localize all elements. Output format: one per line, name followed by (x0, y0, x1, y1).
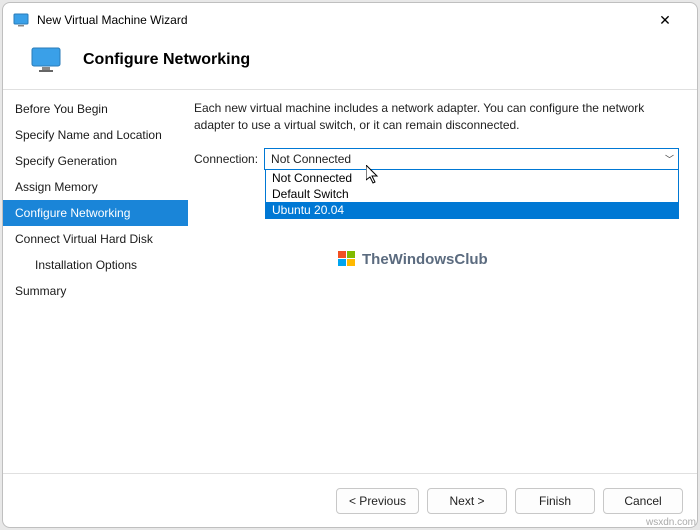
page-title: Configure Networking (83, 51, 250, 69)
window-title: New Virtual Machine Wizard (37, 13, 188, 27)
titlebar: New Virtual Machine Wizard ✕ (3, 3, 697, 37)
windows-icon (338, 250, 356, 268)
sidebar-item-configure-networking[interactable]: Configure Networking (3, 200, 188, 226)
dropdown-option-not-connected[interactable]: Not Connected (266, 170, 678, 186)
connection-combobox[interactable]: Not Connected ﹀ (264, 148, 679, 170)
monitor-icon (31, 47, 65, 73)
watermark: TheWindowsClub (338, 250, 488, 268)
finish-button[interactable]: Finish (515, 488, 595, 514)
connection-value: Not Connected (271, 152, 351, 166)
wizard-main: Each new virtual machine includes a netw… (188, 90, 697, 473)
app-icon (13, 12, 29, 28)
chevron-down-icon: ﹀ (665, 152, 674, 165)
sidebar-item-specify-name[interactable]: Specify Name and Location (3, 122, 188, 148)
previous-button[interactable]: < Previous (336, 488, 419, 514)
wizard-footer: < Previous Next > Finish Cancel (3, 473, 697, 527)
sidebar-item-specify-generation[interactable]: Specify Generation (3, 148, 188, 174)
sidebar-item-assign-memory[interactable]: Assign Memory (3, 174, 188, 200)
next-button[interactable]: Next > (427, 488, 507, 514)
source-label: wsxdn.com (646, 517, 696, 528)
close-icon: ✕ (659, 12, 671, 29)
wizard-window: New Virtual Machine Wizard ✕ Configure N… (2, 2, 698, 528)
sidebar-item-installation-options[interactable]: Installation Options (3, 252, 188, 278)
dropdown-option-default-switch[interactable]: Default Switch (266, 186, 678, 202)
description-text: Each new virtual machine includes a netw… (194, 100, 679, 134)
watermark-text: TheWindowsClub (362, 251, 488, 268)
dropdown-option-ubuntu[interactable]: Ubuntu 20.04 (266, 202, 678, 218)
sidebar-item-connect-vhd[interactable]: Connect Virtual Hard Disk (3, 226, 188, 252)
wizard-header: Configure Networking (3, 37, 697, 89)
sidebar-item-before-you-begin[interactable]: Before You Begin (3, 96, 188, 122)
connection-dropdown: Not Connected Default Switch Ubuntu 20.0… (265, 170, 679, 219)
close-button[interactable]: ✕ (643, 5, 687, 35)
sidebar-item-summary[interactable]: Summary (3, 278, 188, 304)
connection-label: Connection: (194, 152, 258, 166)
wizard-sidebar: Before You Begin Specify Name and Locati… (3, 90, 188, 473)
cancel-button[interactable]: Cancel (603, 488, 683, 514)
